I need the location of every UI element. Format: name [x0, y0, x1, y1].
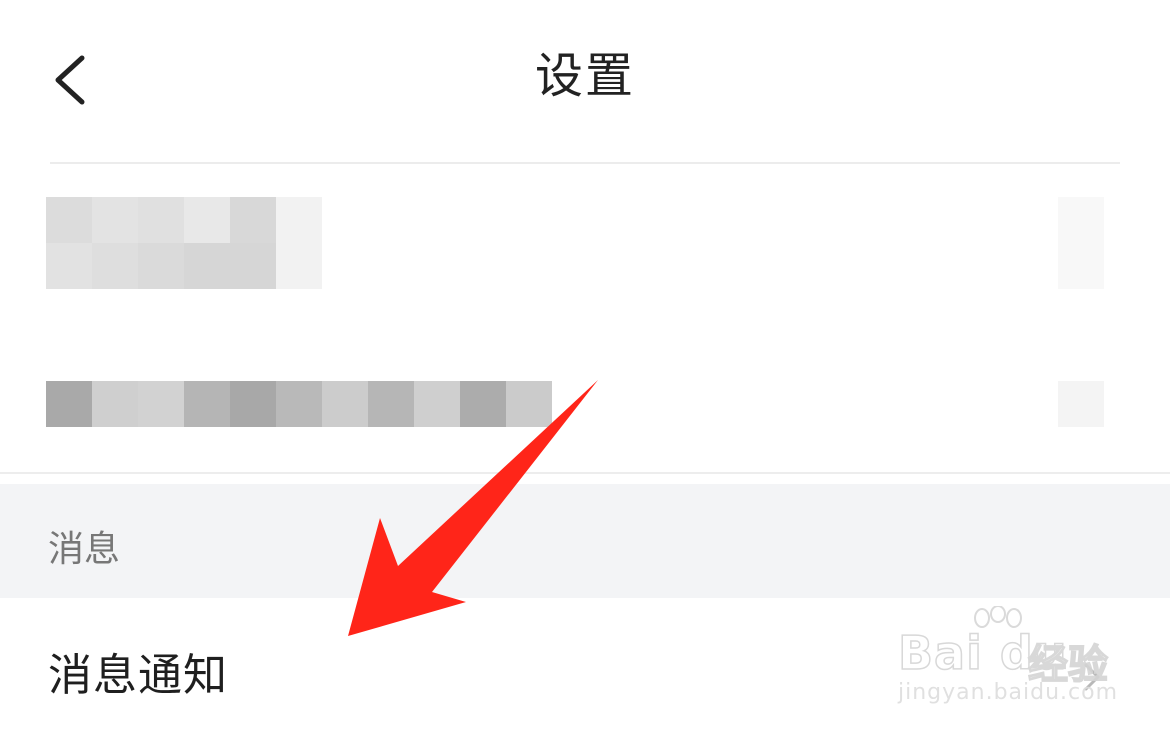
redaction-block [184, 197, 230, 243]
redaction-block [138, 381, 184, 427]
redacted-setting-row [46, 381, 552, 427]
row-divider [0, 472, 1170, 474]
redaction-block [414, 381, 460, 427]
redaction-block [46, 243, 92, 289]
redaction-block [138, 243, 184, 289]
redaction-block [92, 197, 138, 243]
redacted-account-row-bottom [46, 243, 322, 289]
redaction-block [230, 381, 276, 427]
redaction-block [276, 243, 322, 289]
redaction-block [276, 197, 322, 243]
redaction-block [46, 197, 92, 243]
navigation-bar: 设置 [0, 0, 1170, 160]
redaction-block [138, 197, 184, 243]
redacted-setting-value [1058, 381, 1104, 427]
redaction-block [230, 243, 276, 289]
redaction-block [322, 381, 368, 427]
baidu-watermark: Bai du 经验 jingyan.baidu.com [896, 604, 1156, 716]
redacted-account-value [1058, 197, 1104, 289]
section-header: 消息 [48, 529, 121, 570]
settings-row-label: 消息通知 [48, 650, 228, 701]
section-band: 消息 [0, 484, 1170, 598]
redaction-block [460, 381, 506, 427]
redaction-block [368, 381, 414, 427]
page-title: 设置 [534, 48, 635, 104]
watermark-url: jingyan.baidu.com [898, 680, 1119, 705]
redaction-block [184, 243, 230, 289]
redacted-account-row-top [46, 197, 322, 243]
redaction-block [276, 381, 322, 427]
header-divider [50, 162, 1120, 164]
redaction-block [184, 381, 230, 427]
redaction-block [46, 381, 92, 427]
redaction-block [92, 243, 138, 289]
redaction-block [230, 197, 276, 243]
redaction-block [92, 381, 138, 427]
redaction-block [506, 381, 552, 427]
